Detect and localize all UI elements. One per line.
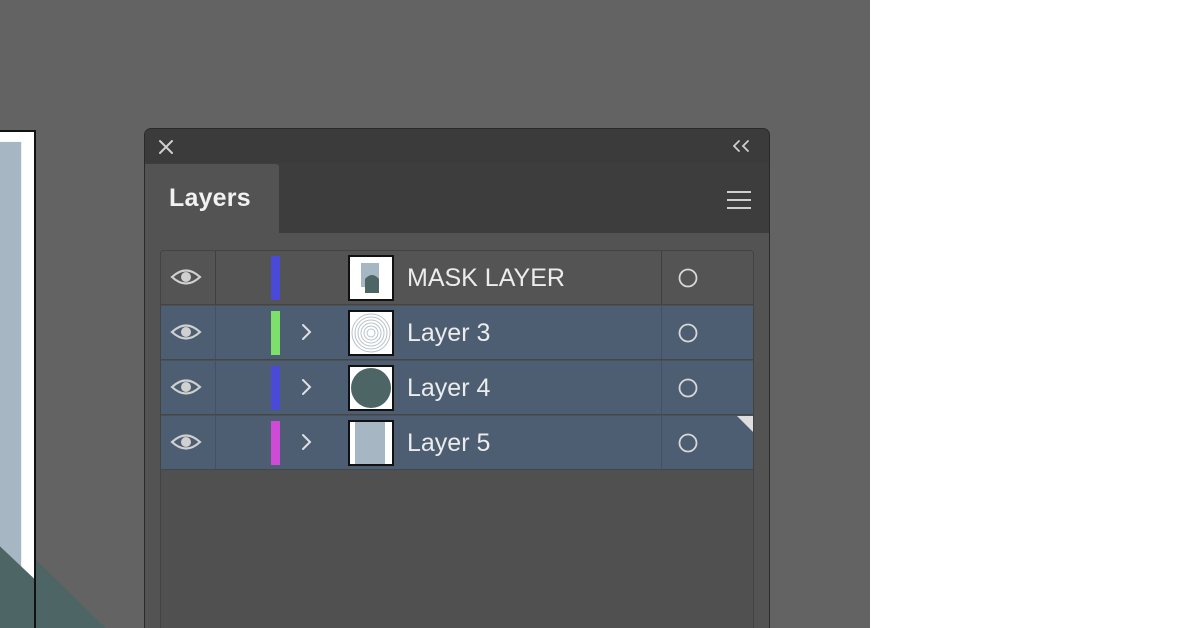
layers-list: MASK LAYER Layer 3 Layer 4 Layer 5 bbox=[160, 250, 754, 628]
layer-color-indicator bbox=[271, 256, 280, 300]
column-divider bbox=[215, 416, 216, 470]
layer-name: Layer 3 bbox=[407, 319, 491, 347]
hamburger-menu-icon[interactable] bbox=[725, 189, 753, 211]
row-separator bbox=[161, 414, 753, 415]
column-divider bbox=[661, 251, 662, 305]
canvas-workspace[interactable]: Layers MASK LAYER Layer 3 Layer 4 Layer … bbox=[0, 0, 870, 628]
circle-thumbnail bbox=[348, 365, 394, 411]
layer-color-indicator bbox=[271, 366, 280, 410]
row-separator bbox=[161, 304, 753, 305]
layer-row-layer-5[interactable]: Layer 5 bbox=[161, 416, 753, 470]
layer-name: Layer 4 bbox=[407, 374, 491, 402]
eye-visibility-icon[interactable] bbox=[170, 319, 202, 345]
tab-layers[interactable]: Layers bbox=[145, 164, 279, 234]
layer-row-mask[interactable]: MASK LAYER bbox=[161, 251, 753, 305]
eye-visibility-icon[interactable] bbox=[170, 374, 202, 400]
layer-name: MASK LAYER bbox=[407, 264, 565, 292]
target-circle-icon[interactable] bbox=[677, 267, 699, 289]
layers-panel-body: MASK LAYER Layer 3 Layer 4 Layer 5 bbox=[145, 233, 769, 628]
layer-name: Layer 5 bbox=[407, 429, 491, 457]
target-circle-icon[interactable] bbox=[677, 432, 699, 454]
tab-layers-label: Layers bbox=[169, 184, 251, 212]
eye-visibility-icon[interactable] bbox=[170, 429, 202, 455]
layer-color-indicator bbox=[271, 421, 280, 465]
layer-row-layer-3[interactable]: Layer 3 bbox=[161, 306, 753, 360]
concentric-circles-thumbnail bbox=[348, 310, 394, 356]
layer-color-indicator bbox=[271, 311, 280, 355]
row-separator bbox=[161, 359, 753, 360]
layers-panel: Layers MASK LAYER Layer 3 Layer 4 Layer … bbox=[144, 128, 770, 628]
close-icon[interactable] bbox=[157, 138, 175, 156]
layer-row-layer-4[interactable]: Layer 4 bbox=[161, 361, 753, 415]
row-separator bbox=[161, 469, 753, 470]
collapse-double-chevron-icon[interactable] bbox=[731, 137, 753, 155]
column-divider bbox=[661, 306, 662, 360]
column-divider bbox=[661, 416, 662, 470]
chevron-right-icon[interactable] bbox=[297, 430, 317, 454]
column-divider bbox=[215, 306, 216, 360]
column-divider bbox=[215, 361, 216, 415]
eye-visibility-icon[interactable] bbox=[170, 264, 202, 290]
chevron-right-icon[interactable] bbox=[297, 375, 317, 399]
rectangle-thumbnail bbox=[348, 420, 394, 466]
panel-tabbar: Layers bbox=[145, 163, 769, 234]
chevron-right-icon[interactable] bbox=[297, 320, 317, 344]
selection-indicator-triangle bbox=[737, 416, 753, 432]
target-circle-icon[interactable] bbox=[677, 322, 699, 344]
mask-thumbnail bbox=[348, 255, 394, 301]
panel-titlebar[interactable] bbox=[145, 129, 769, 163]
target-circle-icon[interactable] bbox=[677, 377, 699, 399]
canvas-shape-fragment bbox=[36, 560, 106, 628]
artboard-artwork bbox=[0, 141, 34, 628]
column-divider bbox=[215, 251, 216, 305]
artboard[interactable] bbox=[0, 130, 36, 628]
column-divider bbox=[661, 361, 662, 415]
